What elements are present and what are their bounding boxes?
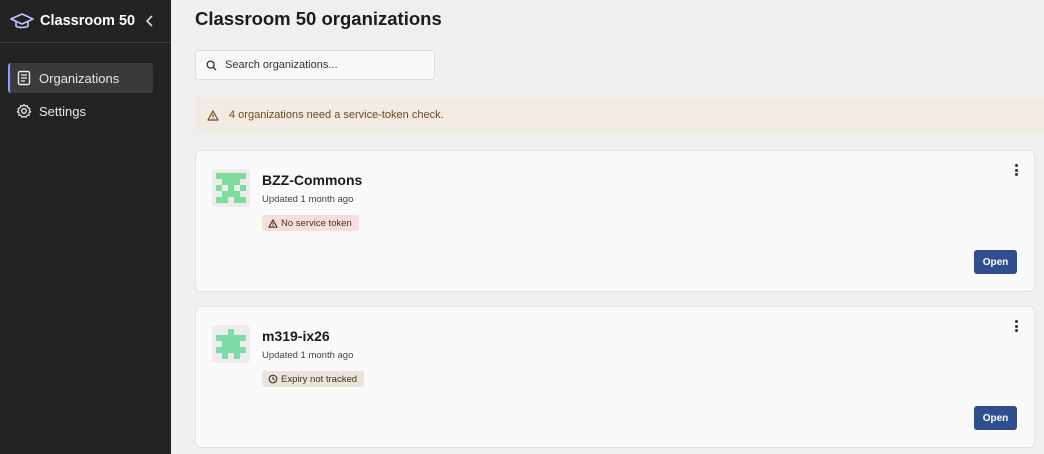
org-card: BZZ-Commons Updated 1 month ago No servi… (195, 150, 1035, 292)
org-name: BZZ-Commons (262, 172, 363, 188)
status-badge: Expiry not tracked (262, 371, 365, 387)
sidebar-nav: Organizations Settings (0, 43, 171, 126)
search-input[interactable] (223, 58, 427, 72)
page-title: Classroom 50 organizations (195, 8, 442, 29)
warning-banner: 4 organizations need a service-token che… (195, 98, 1044, 132)
open-button[interactable]: Open (974, 250, 1017, 274)
org-avatar (212, 325, 250, 363)
app-title: Classroom 50 (40, 13, 136, 29)
sidebar-item-settings[interactable]: Settings (8, 96, 153, 126)
sidebar-item-label: Organizations (39, 70, 120, 86)
sidebar-item-organizations[interactable]: Organizations (8, 63, 153, 93)
chevron-left-icon[interactable] (145, 15, 155, 27)
warning-banner-text: 4 organizations need a service-token che… (229, 109, 444, 121)
clock-icon (268, 374, 278, 384)
sidebar: Classroom 50 Organizations Settings (0, 0, 171, 454)
org-avatar (212, 169, 250, 207)
sidebar-item-label: Settings (39, 103, 86, 119)
status-badge-label: Expiry not tracked (281, 373, 358, 385)
org-updated: Updated 1 month ago (262, 194, 354, 205)
org-updated: Updated 1 month ago (262, 350, 354, 361)
org-card: m319-ix26 Updated 1 month ago Expiry not… (195, 306, 1035, 448)
org-name: m319-ix26 (262, 328, 330, 344)
search-icon (206, 59, 217, 71)
sidebar-header: Classroom 50 (0, 0, 171, 43)
graduation-cap-icon (10, 11, 34, 31)
gear-icon (16, 103, 32, 119)
open-button[interactable]: Open (974, 406, 1017, 430)
status-badge: No service token (262, 215, 359, 231)
more-options-icon[interactable] (1010, 163, 1022, 177)
warning-icon (207, 109, 219, 121)
book-icon (16, 70, 32, 86)
more-options-icon[interactable] (1010, 319, 1022, 333)
search-box[interactable] (195, 50, 435, 80)
main-content: Classroom 50 organizations 4 organizatio… (171, 0, 1044, 454)
status-badge-label: No service token (281, 217, 352, 229)
warning-icon (268, 218, 278, 228)
